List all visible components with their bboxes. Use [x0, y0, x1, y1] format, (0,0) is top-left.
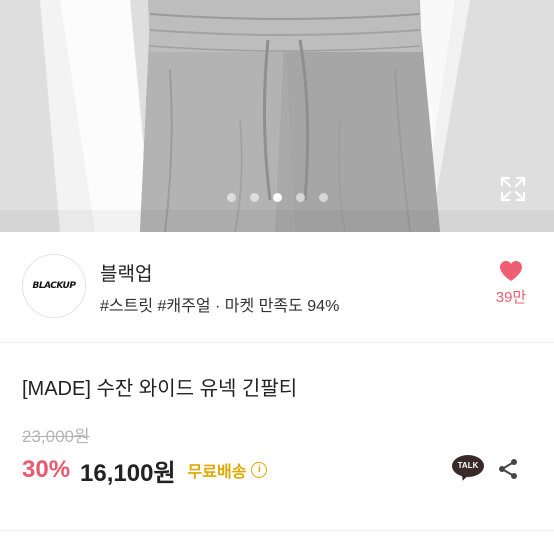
- like-count: 39만: [495, 289, 527, 306]
- carousel-dot[interactable]: [249, 193, 259, 202]
- sale-price: 16,100원: [80, 459, 176, 487]
- carousel-indicator[interactable]: [0, 193, 554, 202]
- like-button[interactable]: 39만: [490, 260, 532, 307]
- share-icon[interactable]: [496, 457, 520, 481]
- store-logo[interactable]: BLACKUP: [22, 254, 86, 318]
- talk-label: TALK: [452, 455, 484, 477]
- price-row: 30% 16,100원 무료배송 i: [22, 454, 268, 487]
- info-icon[interactable]: i: [251, 462, 268, 478]
- carousel-dot-active[interactable]: [272, 193, 282, 202]
- free-shipping-badge: 무료배송: [187, 464, 247, 481]
- product-title: [MADE] 수잔 와이드 유넥 긴팔티: [22, 378, 298, 400]
- product-image[interactable]: [0, 0, 554, 232]
- divider: [0, 530, 554, 531]
- original-price: 23,000원: [22, 427, 90, 446]
- store-name[interactable]: 블랙업: [100, 259, 152, 286]
- store-section[interactable]: BLACKUP 블랙업 #스트릿 #캐주얼 · 마켓 만족도 94% 39만: [0, 232, 554, 343]
- carousel-dot[interactable]: [226, 193, 236, 202]
- discount-rate: 30%: [22, 456, 71, 483]
- kakaotalk-button[interactable]: TALK: [452, 455, 484, 483]
- carousel-dot[interactable]: [295, 193, 305, 202]
- carousel-dot[interactable]: [318, 193, 328, 202]
- heart-icon: [500, 261, 522, 281]
- store-tags: #스트릿 #캐주얼 · 마켓 만족도 94%: [100, 298, 340, 315]
- store-logo-text: BLACKUP: [32, 281, 76, 291]
- expand-icon[interactable]: [500, 176, 526, 202]
